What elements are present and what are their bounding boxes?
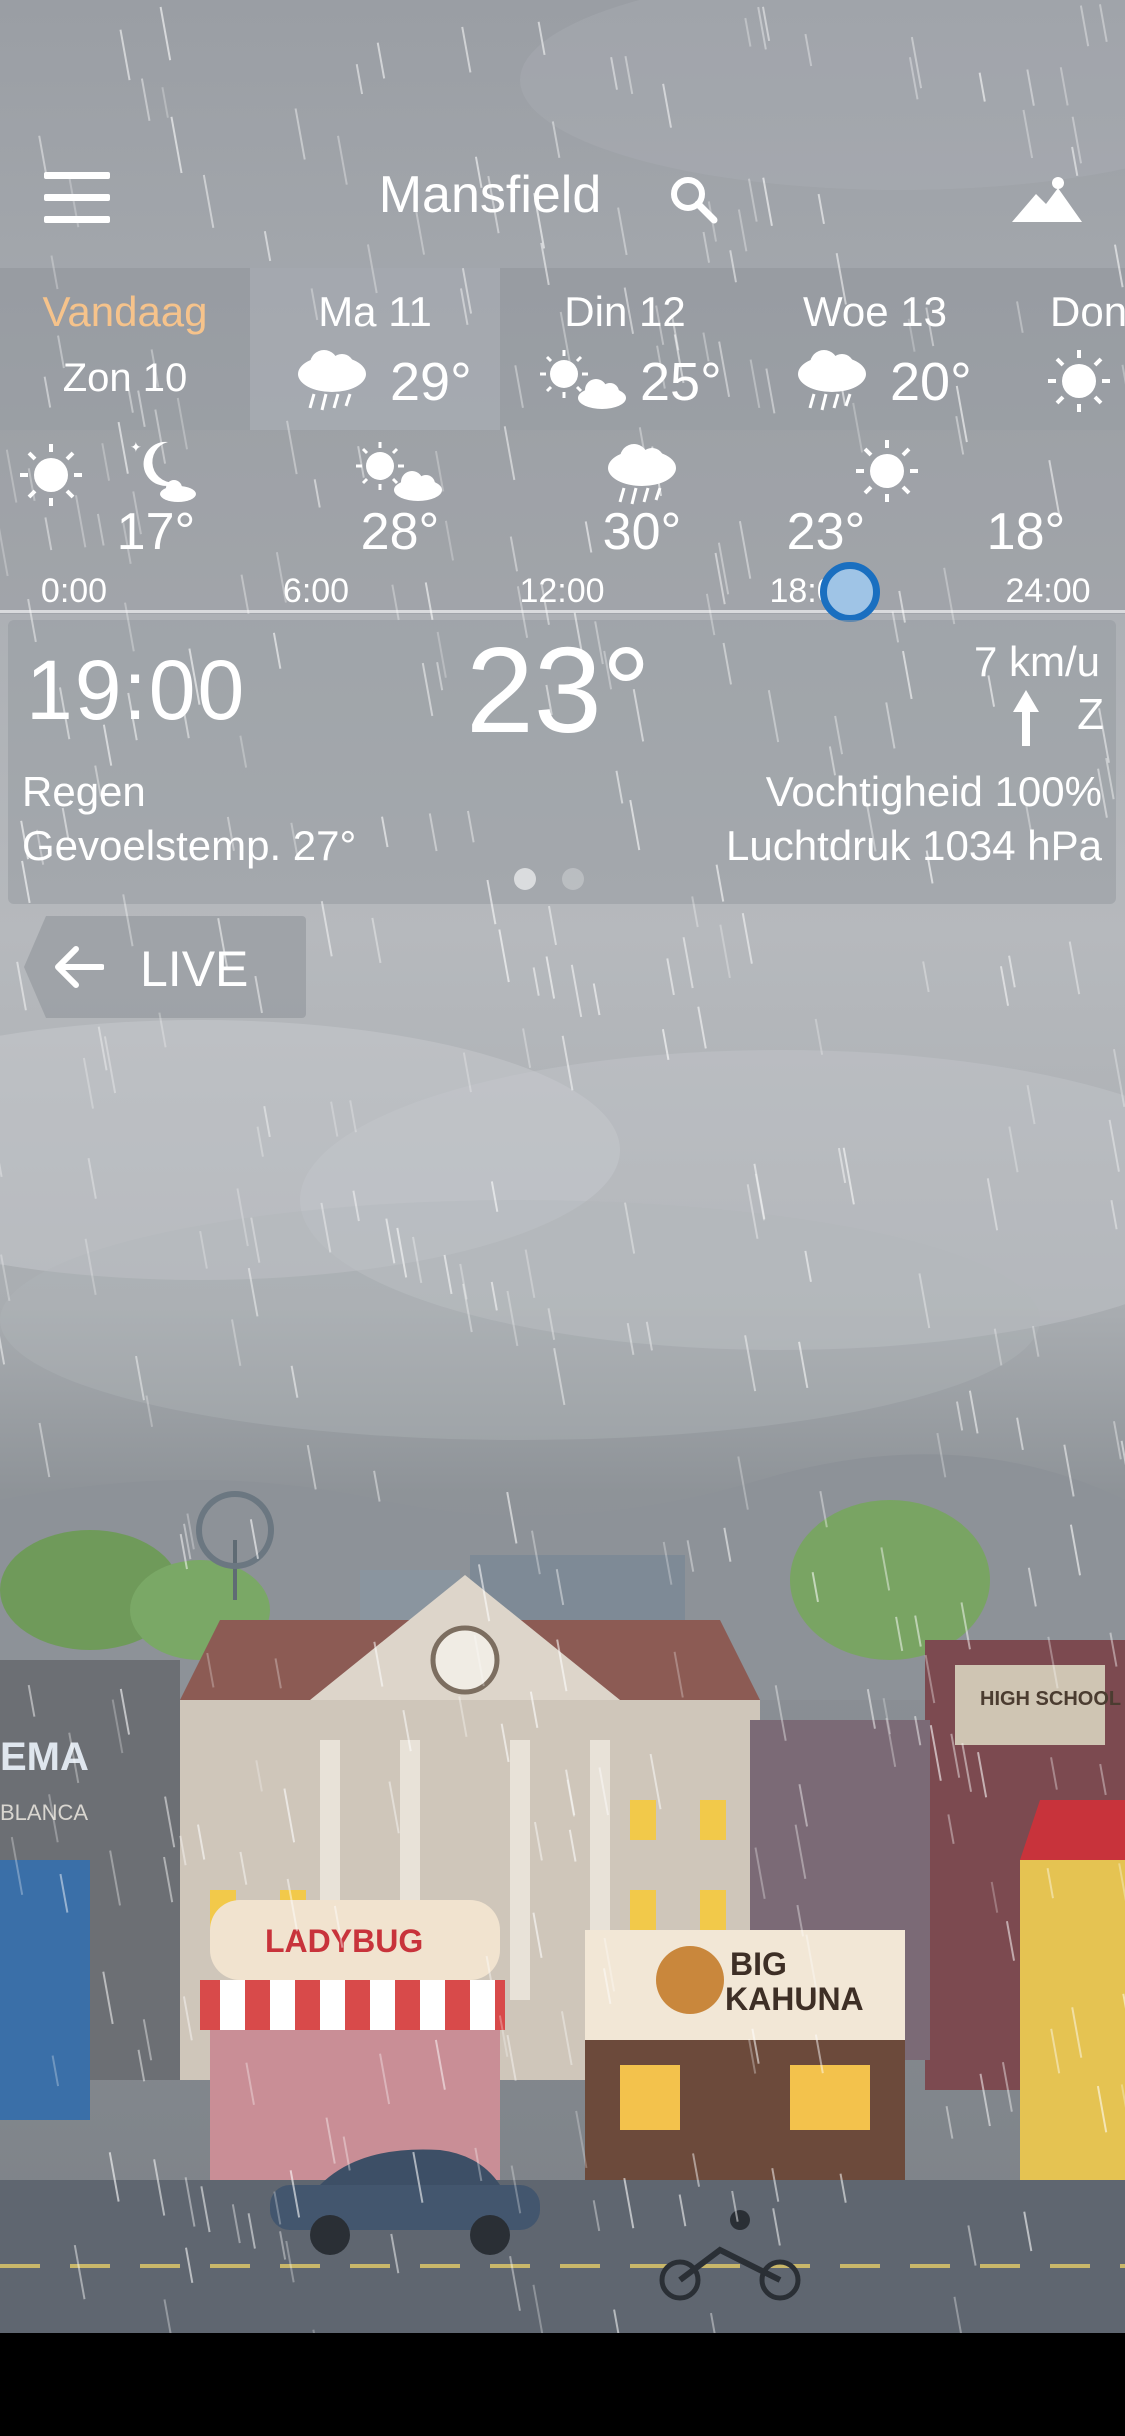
- day-tab-woe13[interactable]: Woe 13 20°: [750, 268, 1000, 430]
- hour-label: 6:00: [282, 572, 350, 610]
- day-temp: 20°: [890, 352, 972, 412]
- hourly-forecast[interactable]: ✦ 17° 28° 30° 23° 18° 0:00 6:00 12:00 18…: [0, 430, 1125, 614]
- hour-temp: 30°: [602, 503, 682, 561]
- day-tab-today[interactable]: Vandaag Zon 10: [0, 268, 250, 430]
- day-strip: Vandaag Zon 10 Ma 11 29° Din 12 25° Woe …: [0, 268, 1125, 430]
- live-label: LIVE: [140, 941, 249, 997]
- hour-temp: 23°: [786, 503, 866, 561]
- day-temp: 25°: [640, 352, 722, 412]
- hour-label: 0:00: [40, 572, 108, 610]
- wind-direction: Z: [1077, 690, 1104, 739]
- wind-direction-arrow-icon: [1013, 690, 1039, 746]
- bottom-bar: [0, 2333, 1125, 2436]
- pressure: Luchtdruk 1034 hPa: [726, 822, 1102, 869]
- day-name: Vandaag: [42, 288, 208, 335]
- hour-temp: 17°: [116, 503, 196, 561]
- town-illustration: HIGH SCHOOL EMA BLANCA LADYBUG BIG KAHUN…: [0, 1491, 1125, 2333]
- detail-card[interactable]: 19:00 23° 7 km/u Z Regen Gevoelstemp. 27…: [8, 620, 1116, 904]
- city-name[interactable]: Mansfield: [330, 165, 650, 225]
- sun-icon: [856, 440, 918, 502]
- menu-icon[interactable]: [44, 172, 110, 224]
- feels-like: Gevoelstemp. 27°: [22, 822, 357, 869]
- bigkahuna-sign-2: KAHUNA: [725, 1981, 864, 2017]
- day-tab-din12[interactable]: Din 12 25°: [500, 268, 750, 430]
- day-name: Don: [1050, 288, 1125, 335]
- rain-cloud-icon: [798, 350, 866, 411]
- day-name: Woe 13: [803, 288, 947, 335]
- hour-label: 12:00: [519, 572, 605, 610]
- sun-icon: [1048, 350, 1110, 412]
- bigkahuna-sign-1: BIG: [730, 1946, 787, 1982]
- current-temp: 23°: [466, 622, 651, 758]
- selected-time: 19:00: [26, 643, 247, 737]
- day-sub: Zon 10: [62, 356, 188, 400]
- cinema-sign: EMA: [0, 1735, 89, 1779]
- search-icon[interactable]: [668, 174, 720, 226]
- highschool-sign: HIGH SCHOOL: [980, 1688, 1121, 1710]
- rain-cloud-icon: [298, 350, 366, 411]
- moon-cloud-icon: ✦: [130, 439, 196, 502]
- time-slider-track[interactable]: [0, 610, 1125, 613]
- day-tab-ma11[interactable]: Ma 11 29°: [250, 268, 500, 430]
- page-dot-active[interactable]: [514, 868, 536, 890]
- day-temp: 29°: [390, 352, 472, 412]
- live-button[interactable]: LIVE: [24, 916, 306, 1018]
- wind-speed: 7 km/u: [973, 638, 1100, 685]
- day-name: Din 12: [564, 288, 686, 335]
- scene-picker-icon[interactable]: [1012, 176, 1082, 224]
- sun-cloud-icon: [356, 442, 442, 501]
- page-dot[interactable]: [562, 868, 584, 890]
- day-name: Ma 11: [318, 288, 432, 335]
- ladybug-sign: LADYBUG: [265, 1923, 423, 1959]
- time-slider-handle[interactable]: [820, 562, 880, 622]
- sun-icon: [20, 444, 82, 506]
- arrow-left-icon: [55, 946, 104, 988]
- weather-scene: Mansfield Vandaag Zon 10 Ma 11 29° Din 1…: [0, 0, 1125, 2333]
- day-tab-don[interactable]: Don: [1000, 268, 1125, 430]
- svg-text:✦: ✦: [130, 439, 142, 455]
- rain-cloud-icon: [608, 444, 676, 505]
- condition: Regen: [22, 768, 146, 815]
- hour-temp: 18°: [986, 503, 1066, 561]
- hour-temp: 28°: [360, 503, 440, 561]
- sun-cloud-icon: [540, 350, 626, 409]
- humidity: Vochtigheid 100%: [765, 768, 1102, 815]
- hour-label: 24:00: [1005, 572, 1091, 610]
- casablanca-sign: BLANCA: [0, 1800, 88, 1825]
